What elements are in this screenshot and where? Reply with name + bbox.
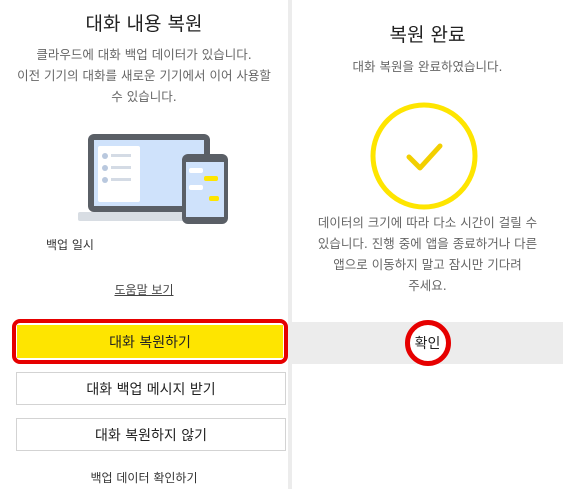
highlight-circle: 확인 [404,320,451,366]
check-circle-icon [370,102,478,210]
complete-subtitle: 대화 복원을 완료하였습니다. [352,59,503,74]
confirm-bar: 확인 [292,320,563,366]
restore-button[interactable]: 대화 복원하기 [17,325,283,358]
skip-restore-button[interactable]: 대화 복원하지 않기 [16,418,286,451]
receive-backup-messages-button[interactable]: 대화 백업 메시지 받기 [16,372,286,405]
restore-complete-panel: 복원 완료 대화 복원을 완료하였습니다. 데이터의 크기에 따라 다소 시간이… [292,0,563,489]
wait-notice: 데이터의 크기에 따라 다소 시간이 걸릴 수 있습니다. 진행 중에 앱을 종… [317,215,538,293]
restore-description: 클라우드에 대화 백업 데이터가 있습니다. 이전 기기의 대화를 새로운 기기… [17,47,271,104]
devices-illustration [78,134,228,224]
help-link[interactable]: 도움말 보기 [114,283,173,297]
page-title: 대화 내용 복원 [85,13,203,35]
restore-panel: 대화 내용 복원 클라우드에 대화 백업 데이터가 있습니다. 이전 기기의 대… [0,0,288,489]
confirm-button[interactable]: 확인 [415,333,441,353]
complete-title: 복원 완료 [389,24,466,46]
check-backup-data-link[interactable]: 백업 데이터 확인하기 [91,471,198,485]
backup-date-label: 백업 일시 [46,238,94,252]
